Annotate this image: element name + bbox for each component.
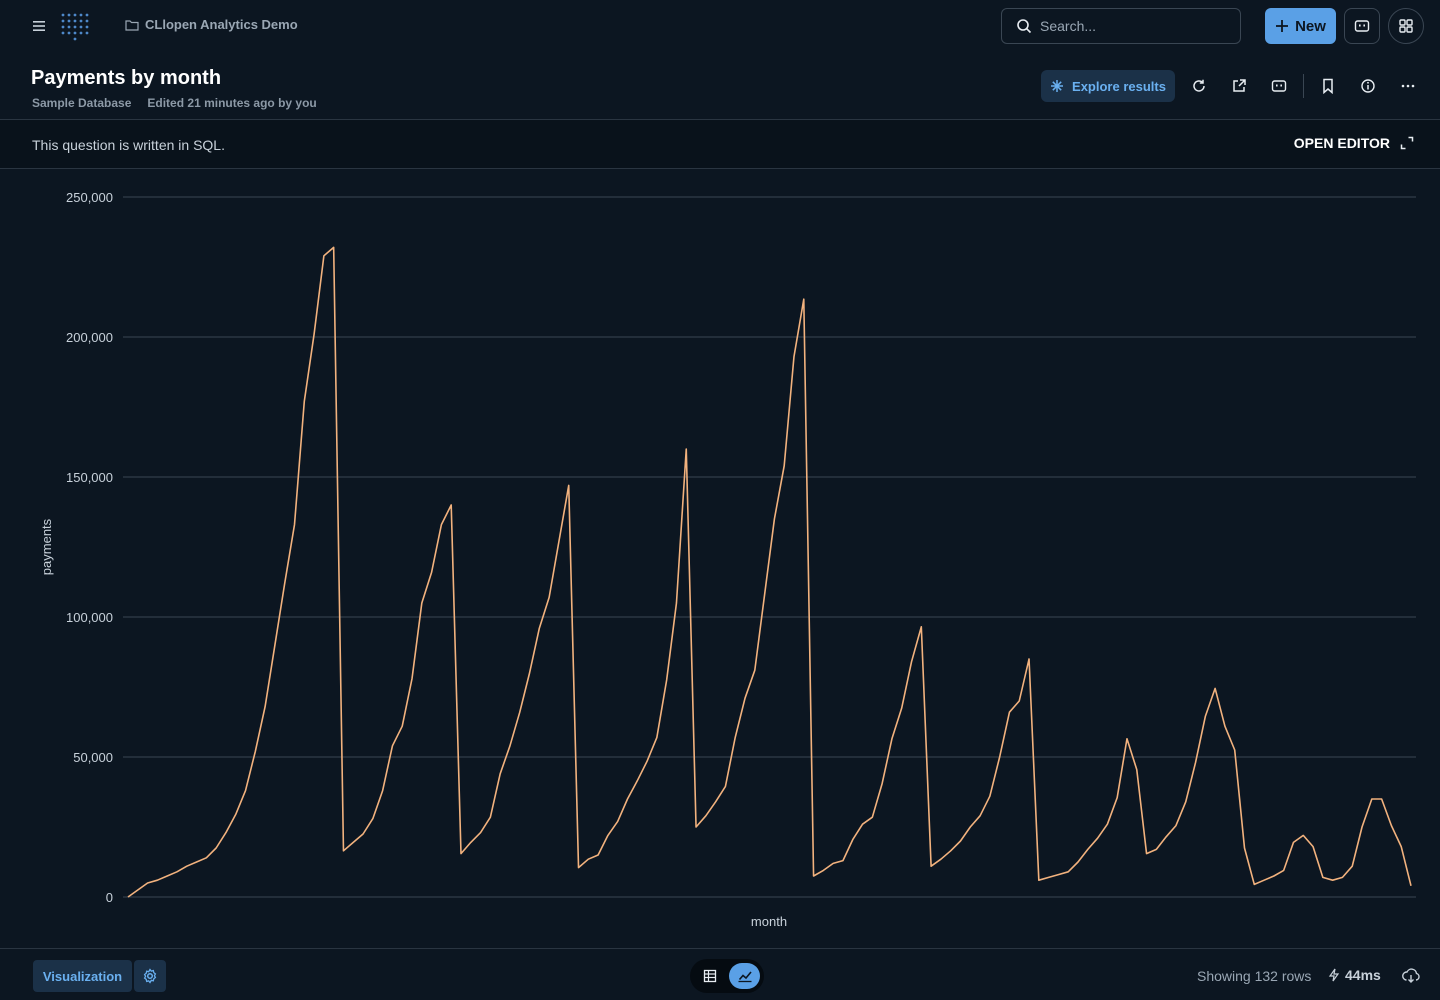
sql-message: This question is written in SQL.: [32, 137, 225, 153]
y-tick-label: 150,000: [66, 470, 113, 485]
sparkle-icon: [1051, 80, 1064, 92]
header-divider: [1303, 74, 1304, 98]
explore-results-button[interactable]: Explore results: [1041, 70, 1175, 102]
y-tick-label: 0: [106, 890, 113, 905]
breadcrumb[interactable]: CLlopen Analytics Demo: [125, 17, 298, 32]
download-icon[interactable]: [1401, 966, 1421, 986]
bookmark-icon[interactable]: [1318, 76, 1338, 96]
y-tick-label: 100,000: [66, 610, 113, 625]
line-chart[interactable]: 0 50,000 100,000 150,000 200,000 250,000 payme…: [0, 170, 1440, 948]
refresh-icon[interactable]: [1189, 76, 1209, 96]
info-icon[interactable]: [1358, 76, 1378, 96]
search-input[interactable]: [1040, 18, 1220, 34]
row-count: Showing 132 rows: [1197, 968, 1312, 984]
page-title[interactable]: Payments by month: [31, 67, 221, 90]
y-tick-label: 200,000: [66, 330, 113, 345]
chart-area: 0 50,000 100,000 150,000 200,000 250,000 payme…: [0, 170, 1440, 948]
gear-icon: [143, 968, 157, 984]
lightning-icon: [1328, 968, 1340, 982]
folder-icon: [125, 19, 139, 31]
edited-info[interactable]: Edited 21 minutes ago by you: [147, 96, 316, 110]
metabot-icon: [1354, 20, 1370, 32]
view-footer: Visualization Showing 132 rows 44ms: [0, 948, 1440, 1000]
new-button-label: New: [1295, 17, 1326, 35]
native-query-bar: This question is written in SQL. OPEN ED…: [0, 119, 1440, 169]
y-tick-label: 250,000: [66, 190, 113, 205]
y-tick-label: 50,000: [73, 750, 113, 765]
table-icon: [703, 969, 716, 983]
open-editor-button[interactable]: OPEN EDITOR: [1294, 135, 1414, 151]
new-button[interactable]: New: [1265, 8, 1336, 44]
breadcrumb-collection: CLlopen Analytics Demo: [145, 17, 298, 32]
metabot-button[interactable]: [1344, 8, 1380, 44]
metabot-icon[interactable]: [1269, 76, 1289, 96]
series-line-payments[interactable]: [127, 246, 1412, 898]
open-editor-label: OPEN EDITOR: [1293, 135, 1390, 151]
share-icon[interactable]: [1229, 76, 1249, 96]
hamburger-menu-icon[interactable]: [30, 17, 48, 35]
x-axis-label: month: [751, 914, 787, 929]
view-toggle: [690, 959, 764, 993]
search-box[interactable]: [1001, 8, 1241, 44]
top-nav: CLlopen Analytics Demo New: [0, 0, 1440, 52]
plus-icon: [1276, 20, 1289, 32]
apps-button[interactable]: [1388, 8, 1424, 44]
database-name[interactable]: Sample Database: [32, 96, 131, 110]
timing-value: 44ms: [1345, 967, 1381, 983]
visualization-button[interactable]: Visualization: [33, 960, 132, 992]
query-timing: 44ms: [1328, 967, 1381, 983]
line-chart-icon: [738, 971, 752, 983]
question-header: Payments by month Sample Database Edited…: [0, 52, 1440, 119]
table-view-toggle[interactable]: [694, 963, 725, 989]
chart-view-toggle[interactable]: [729, 963, 760, 989]
grid-icon: [1399, 19, 1413, 33]
logo-icon[interactable]: [60, 11, 90, 41]
visualization-label: Visualization: [42, 968, 123, 984]
viz-settings-button[interactable]: [134, 960, 166, 992]
question-meta: Sample Database Edited 21 minutes ago by…: [32, 96, 317, 110]
search-icon: [1017, 19, 1032, 34]
y-axis-label: payments: [39, 518, 54, 575]
explore-results-label: Explore results: [1072, 78, 1166, 94]
expand-icon: [1400, 136, 1414, 150]
more-options-icon[interactable]: [1398, 76, 1418, 96]
